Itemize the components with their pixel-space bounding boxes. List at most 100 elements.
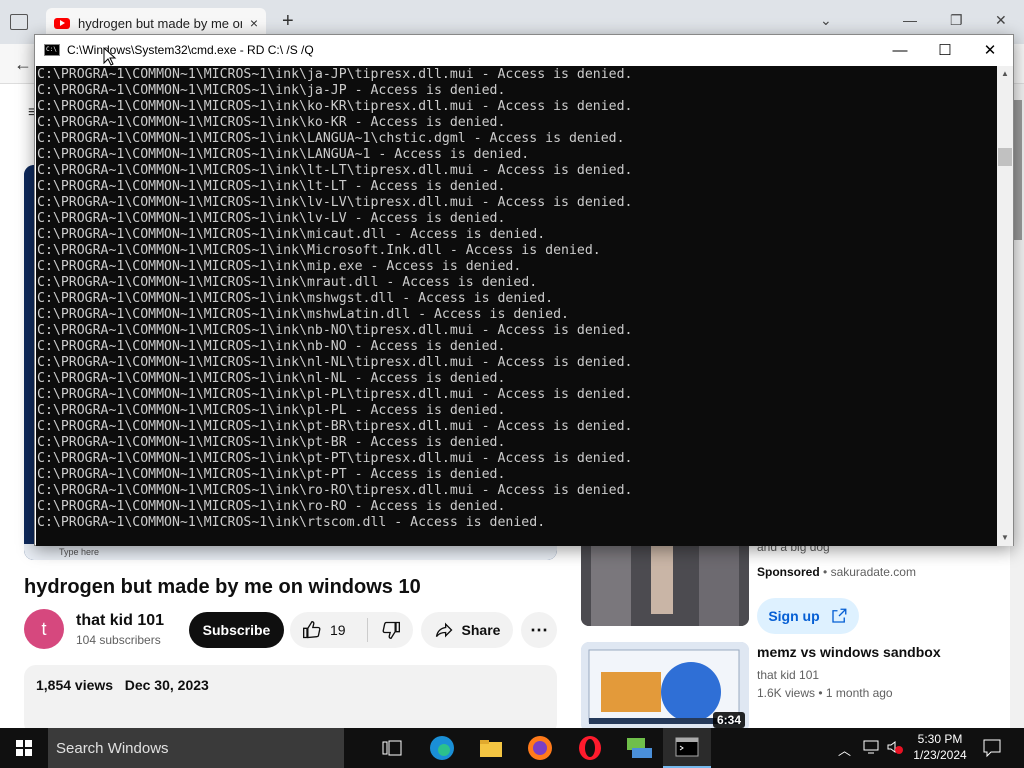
console-line: C:\PROGRA~1\COMMON~1\MICROS~1\ink\rtscom… bbox=[37, 515, 546, 530]
console-line: C:\PROGRA~1\COMMON~1\MICROS~1\ink\lt-LT … bbox=[37, 179, 506, 194]
console-line: C:\PROGRA~1\COMMON~1\MICROS~1\ink\ro-RO … bbox=[37, 499, 506, 514]
console-line: C:\PROGRA~1\COMMON~1\MICROS~1\ink\pl-PL\… bbox=[37, 387, 633, 402]
thumbs-down-icon bbox=[382, 621, 400, 640]
cmd-icon bbox=[675, 737, 699, 757]
console-line: C:\PROGRA~1\COMMON~1\MICROS~1\ink\LANGUA… bbox=[37, 131, 625, 146]
scroll-down-icon[interactable]: ▼ bbox=[997, 530, 1013, 546]
volume-muted-icon[interactable] bbox=[886, 739, 904, 760]
scroll-up-icon[interactable]: ▲ bbox=[997, 66, 1013, 82]
opera-icon bbox=[579, 736, 601, 760]
maximize-icon[interactable]: ☐ bbox=[922, 35, 968, 65]
video-duration: 6:34 bbox=[712, 712, 745, 728]
console-line: C:\PROGRA~1\COMMON~1\MICROS~1\ink\pl-PL … bbox=[37, 403, 506, 418]
description-box[interactable]: 1,854 views Dec 30, 2023 bbox=[24, 665, 557, 735]
share-icon bbox=[435, 622, 452, 638]
console-line: C:\PROGRA~1\COMMON~1\MICROS~1\ink\LANGUA… bbox=[37, 147, 530, 162]
cmd-scrollbar-thumb[interactable] bbox=[998, 148, 1012, 166]
taskbar: Search Windows ︿ 5:30 PM 1/23/2024 bbox=[0, 728, 1024, 768]
upload-date: Dec 30, 2023 bbox=[124, 677, 209, 693]
sponsored-label: Sponsored bbox=[757, 565, 820, 579]
tab-close-icon[interactable]: × bbox=[250, 15, 258, 31]
share-button[interactable]: Share bbox=[421, 612, 513, 648]
cmd-console[interactable]: C:\PROGRA~1\COMMON~1\MICROS~1\ink\ja-JP\… bbox=[36, 66, 997, 546]
console-line: C:\PROGRA~1\COMMON~1\MICROS~1\ink\ro-RO\… bbox=[37, 483, 633, 498]
tray-chevron-icon[interactable]: ︿ bbox=[838, 740, 851, 759]
browser-restore-icon[interactable]: ❐ bbox=[950, 12, 963, 29]
browser-minimize-icon[interactable]: — bbox=[903, 12, 917, 28]
like-dislike-group: 19 bbox=[290, 612, 413, 648]
console-line: C:\PROGRA~1\COMMON~1\MICROS~1\ink\ko-KR\… bbox=[37, 99, 633, 114]
cmd-app-icon bbox=[44, 44, 60, 56]
avatar[interactable]: t bbox=[24, 609, 64, 649]
notification-center-icon[interactable] bbox=[982, 738, 1002, 763]
console-line: C:\PROGRA~1\COMMON~1\MICROS~1\ink\pt-PT … bbox=[37, 467, 506, 482]
new-tab-button[interactable]: + bbox=[282, 10, 294, 33]
browser-close-icon[interactable]: ✕ bbox=[995, 12, 1007, 29]
console-line: C:\PROGRA~1\COMMON~1\MICROS~1\ink\Micros… bbox=[37, 243, 601, 258]
console-line: C:\PROGRA~1\COMMON~1\MICROS~1\ink\ko-KR … bbox=[37, 115, 506, 130]
console-line: C:\PROGRA~1\COMMON~1\MICROS~1\ink\nb-NO\… bbox=[37, 323, 633, 338]
console-line: C:\PROGRA~1\COMMON~1\MICROS~1\ink\lt-LT\… bbox=[37, 163, 633, 178]
ad-thumbnail[interactable] bbox=[581, 544, 749, 626]
tab-dropdown-icon[interactable]: ⌄ bbox=[820, 12, 832, 29]
network-icon[interactable] bbox=[862, 739, 880, 760]
like-button[interactable]: 19 bbox=[290, 618, 368, 642]
cmd-scrollbar[interactable]: ▲ ▼ bbox=[997, 66, 1013, 546]
ad-domain: sakuradate.com bbox=[830, 565, 916, 579]
tab-list-icon[interactable] bbox=[10, 14, 28, 30]
clock[interactable]: 5:30 PM 1/23/2024 bbox=[906, 732, 974, 762]
cmd-titlebar[interactable]: C:\Windows\System32\cmd.exe - RD C:\ /S … bbox=[35, 35, 1013, 65]
taskbar-search-box[interactable]: Search Windows bbox=[48, 728, 344, 768]
edge-taskbar-button[interactable] bbox=[418, 728, 466, 768]
opera-taskbar-button[interactable] bbox=[566, 728, 614, 768]
firefox-taskbar-button[interactable] bbox=[516, 728, 564, 768]
console-line: C:\PROGRA~1\COMMON~1\MICROS~1\ink\pt-BR … bbox=[37, 435, 506, 450]
sponsored-line: Sponsored • sakuradate.com bbox=[757, 565, 916, 579]
firefox-icon bbox=[528, 736, 552, 760]
console-line: C:\PROGRA~1\COMMON~1\MICROS~1\ink\nl-NL\… bbox=[37, 355, 633, 370]
like-count: 19 bbox=[330, 622, 346, 638]
signup-button[interactable]: Sign up bbox=[757, 598, 859, 634]
subscriber-count: 104 subscribers bbox=[76, 633, 161, 647]
recommended-title[interactable]: memz vs windows sandbox bbox=[757, 644, 941, 660]
edge-icon bbox=[430, 736, 454, 760]
start-button[interactable] bbox=[0, 728, 48, 768]
video-title: hydrogen but made by me on windows 10 bbox=[24, 576, 421, 598]
console-line: C:\PROGRA~1\COMMON~1\MICROS~1\ink\ja-JP … bbox=[37, 83, 506, 98]
thumbs-up-icon bbox=[303, 620, 321, 639]
app-taskbar-button[interactable] bbox=[615, 728, 663, 768]
task-view-icon bbox=[382, 740, 402, 756]
console-line: C:\PROGRA~1\COMMON~1\MICROS~1\ink\ja-JP\… bbox=[37, 67, 633, 82]
tab-title: hydrogen but made by me on windows 10 bbox=[78, 15, 242, 31]
console-output: C:\PROGRA~1\COMMON~1\MICROS~1\ink\ja-JP\… bbox=[37, 67, 632, 531]
console-line: C:\PROGRA~1\COMMON~1\MICROS~1\ink\pt-PT\… bbox=[37, 451, 633, 466]
signup-label: Sign up bbox=[768, 608, 820, 624]
console-line: C:\PROGRA~1\COMMON~1\MICROS~1\ink\nl-NL … bbox=[37, 371, 506, 386]
video-taskbar-search: Type here bbox=[24, 544, 557, 560]
windows-logo-icon bbox=[16, 740, 32, 756]
console-line: C:\PROGRA~1\COMMON~1\MICROS~1\ink\mshwLa… bbox=[37, 307, 569, 322]
cmd-taskbar-button[interactable] bbox=[663, 728, 711, 768]
subscribe-button[interactable]: Subscribe bbox=[189, 612, 284, 648]
recommended-channel[interactable]: that kid 101 bbox=[757, 668, 819, 682]
console-line: C:\PROGRA~1\COMMON~1\MICROS~1\ink\mip.ex… bbox=[37, 259, 522, 274]
recommended-thumbnail[interactable]: 6:34 bbox=[581, 642, 749, 732]
youtube-favicon-icon bbox=[54, 17, 70, 29]
minimize-icon[interactable]: — bbox=[877, 35, 923, 65]
close-icon[interactable]: ✕ bbox=[967, 35, 1013, 65]
more-actions-button[interactable]: ⋯ bbox=[521, 612, 557, 648]
dislike-button[interactable] bbox=[368, 620, 413, 640]
console-line: C:\PROGRA~1\COMMON~1\MICROS~1\ink\lv-LV … bbox=[37, 211, 506, 226]
channel-name[interactable]: that kid 101 bbox=[76, 612, 164, 630]
console-line: C:\PROGRA~1\COMMON~1\MICROS~1\ink\mraut.… bbox=[37, 275, 538, 290]
page-scrollbar-thumb[interactable] bbox=[1014, 100, 1022, 240]
console-line: C:\PROGRA~1\COMMON~1\MICROS~1\ink\nb-NO … bbox=[37, 339, 506, 354]
console-line: C:\PROGRA~1\COMMON~1\MICROS~1\ink\lv-LV\… bbox=[37, 195, 633, 210]
share-label: Share bbox=[461, 622, 501, 638]
file-explorer-taskbar-button[interactable] bbox=[467, 728, 515, 768]
back-arrow-icon[interactable]: ← bbox=[14, 54, 32, 75]
cmd-window[interactable]: C:\Windows\System32\cmd.exe - RD C:\ /S … bbox=[34, 34, 1014, 546]
recommended-meta: 1.6K views • 1 month ago bbox=[757, 686, 893, 700]
network-app-icon bbox=[627, 738, 652, 758]
task-view-button[interactable] bbox=[368, 728, 416, 768]
